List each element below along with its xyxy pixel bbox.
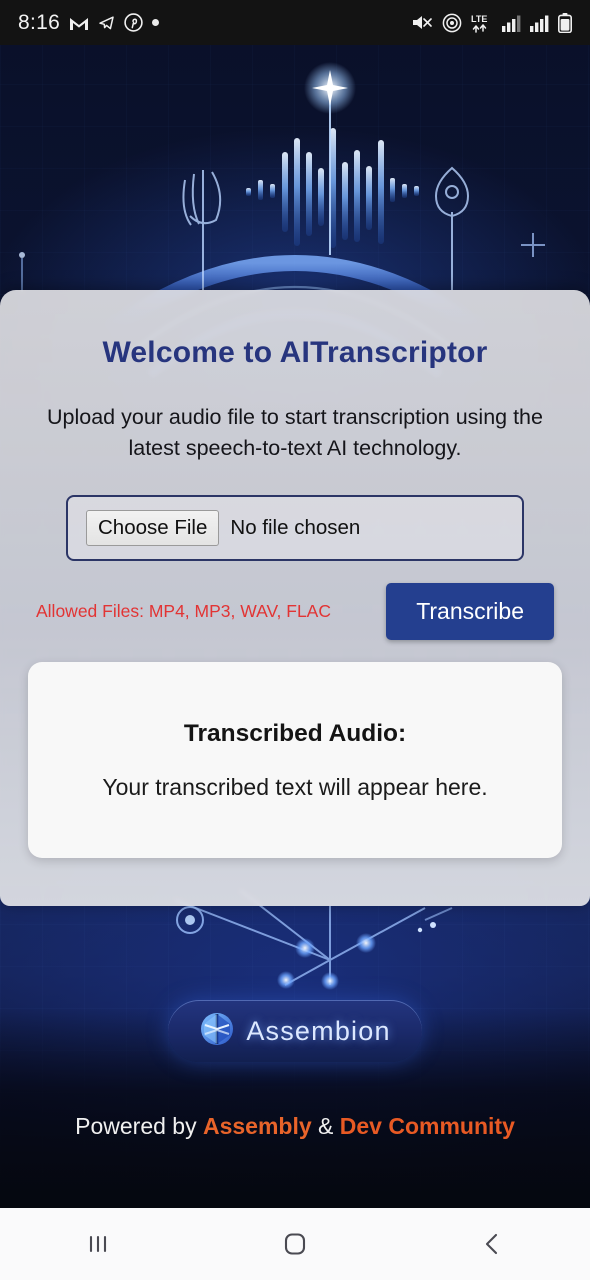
powered-by-prefix: Powered by xyxy=(75,1113,203,1139)
status-bar: 8:16 LTE xyxy=(0,0,590,45)
powered-by-separator: & xyxy=(311,1113,340,1139)
assembion-brand-pill[interactable]: Assembion xyxy=(168,1000,422,1062)
phone-screen: 8:16 LTE Welcome to AITranscriptor Uploa… xyxy=(0,0,590,1280)
partner-dev-community-label[interactable]: Dev Community xyxy=(340,1113,515,1139)
status-bar-clock: 8:16 xyxy=(18,10,61,34)
transcribe-button[interactable]: Transcribe xyxy=(386,583,554,641)
lte-data-icon: LTE xyxy=(471,13,493,33)
status-bar-left: 8:16 xyxy=(18,10,160,35)
dot-indicator-icon xyxy=(152,19,160,26)
file-chosen-status: No file chosen xyxy=(230,516,361,540)
partner-assembly-label[interactable]: Assembly xyxy=(203,1113,312,1139)
hotspot-icon xyxy=(442,13,462,33)
allowed-files-label: Allowed Files: MP4, MP3, WAV, FLAC xyxy=(36,601,331,622)
recents-icon[interactable] xyxy=(53,1217,143,1271)
transcription-result-card: Transcribed Audio: Your transcribed text… xyxy=(28,662,562,859)
transcribed-audio-heading: Transcribed Audio: xyxy=(183,719,407,747)
gmail-icon xyxy=(69,15,89,31)
page-title: Welcome to AITranscriptor xyxy=(102,336,488,369)
home-icon[interactable] xyxy=(250,1217,340,1271)
file-input-row: Choose File No file chosen xyxy=(22,495,568,562)
signal-bars-sim1-icon xyxy=(502,14,521,32)
page-subtitle: Upload your audio file to start transcri… xyxy=(47,405,543,460)
battery-icon xyxy=(558,12,572,33)
choose-file-button[interactable]: Choose File xyxy=(86,510,220,547)
signal-bars-sim2-icon xyxy=(530,14,549,32)
assembion-brand-name: Assembion xyxy=(246,1015,391,1046)
assembion-hexagon-logo-icon xyxy=(199,1011,235,1052)
powered-by-footer: Powered by Assembly & Dev Community xyxy=(0,1113,590,1140)
svg-text:LTE: LTE xyxy=(471,14,487,24)
back-icon[interactable] xyxy=(447,1217,537,1271)
telegram-icon xyxy=(98,14,115,31)
file-input-field[interactable]: Choose File No file chosen xyxy=(66,495,524,562)
main-content-panel: Welcome to AITranscriptor Upload your au… xyxy=(0,290,590,906)
pinterest-icon xyxy=(124,13,143,32)
android-navigation-bar xyxy=(0,1208,590,1280)
transcribed-audio-placeholder: Your transcribed text will appear here. xyxy=(102,773,488,800)
action-row: Allowed Files: MP4, MP3, WAV, FLAC Trans… xyxy=(22,583,568,641)
status-bar-right: LTE xyxy=(411,12,572,33)
mute-vibrate-icon xyxy=(411,13,433,32)
